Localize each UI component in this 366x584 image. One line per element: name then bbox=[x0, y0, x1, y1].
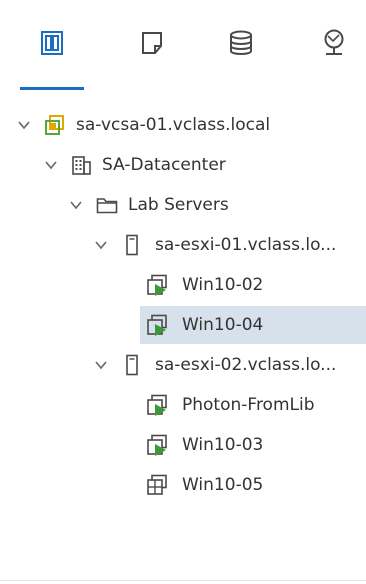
tree-node-vcenter[interactable]: sa-vcsa-01.vclass.local bbox=[0, 106, 366, 144]
tree-node-label: Win10-03 bbox=[182, 435, 264, 455]
tree-node-host[interactable]: sa-esxi-01.vclass.lo... bbox=[0, 226, 366, 264]
hosts-clusters-icon bbox=[41, 31, 63, 55]
tree-node-label: sa-esxi-01.vclass.lo... bbox=[155, 235, 337, 255]
tree-node-label: sa-vcsa-01.vclass.local bbox=[76, 115, 271, 135]
vm-powered-off-icon bbox=[147, 474, 167, 495]
vm-powered-on-icon bbox=[147, 434, 167, 456]
chevron-down-icon[interactable] bbox=[17, 118, 31, 132]
tree-node-label: Lab Servers bbox=[128, 195, 229, 215]
vm-powered-on-icon bbox=[147, 394, 167, 416]
tree-node-vm[interactable]: Win10-02 bbox=[0, 266, 366, 304]
chevron-down-icon[interactable] bbox=[69, 198, 83, 212]
vm-powered-on-icon bbox=[147, 274, 167, 296]
tree-node-host[interactable]: sa-esxi-02.vclass.lo... bbox=[0, 346, 366, 384]
folder-icon bbox=[96, 198, 118, 214]
tab-hosts-and-clusters[interactable] bbox=[20, 28, 84, 90]
tab-storage[interactable] bbox=[209, 28, 273, 90]
vms-templates-icon bbox=[142, 32, 162, 54]
tree-node-label: Photon-FromLib bbox=[182, 395, 315, 415]
chevron-down-icon[interactable] bbox=[94, 358, 108, 372]
tree-node-datacenter[interactable]: SA-Datacenter bbox=[0, 146, 366, 184]
tree-node-label: Win10-05 bbox=[182, 475, 264, 495]
tree-node-label: Win10-02 bbox=[182, 275, 264, 295]
navigator-tabs bbox=[0, 0, 366, 92]
tab-vms-and-templates[interactable] bbox=[120, 28, 184, 90]
tree-node-vm[interactable]: Photon-FromLib bbox=[0, 386, 366, 424]
host-icon bbox=[126, 234, 138, 256]
datacenter-icon bbox=[72, 156, 91, 175]
host-icon bbox=[126, 354, 138, 376]
vm-powered-on-icon bbox=[147, 314, 167, 336]
network-icon bbox=[324, 29, 344, 55]
tree-node-label: Win10-04 bbox=[182, 315, 264, 335]
database-icon bbox=[230, 30, 252, 55]
tree-node-vm-selected[interactable]: Win10-04 bbox=[0, 306, 366, 344]
panel-divider bbox=[0, 580, 366, 581]
tree-node-label: sa-esxi-02.vclass.lo... bbox=[155, 355, 337, 375]
vcenter-icon bbox=[45, 115, 64, 135]
tree-node-vm[interactable]: Win10-03 bbox=[0, 426, 366, 464]
chevron-down-icon[interactable] bbox=[94, 238, 108, 252]
tree-node-folder[interactable]: Lab Servers bbox=[0, 186, 366, 224]
tree-node-vm[interactable]: Win10-05 bbox=[0, 466, 366, 504]
chevron-down-icon[interactable] bbox=[44, 158, 58, 172]
tree-node-label: SA-Datacenter bbox=[102, 155, 226, 175]
tab-networking[interactable] bbox=[302, 28, 366, 90]
